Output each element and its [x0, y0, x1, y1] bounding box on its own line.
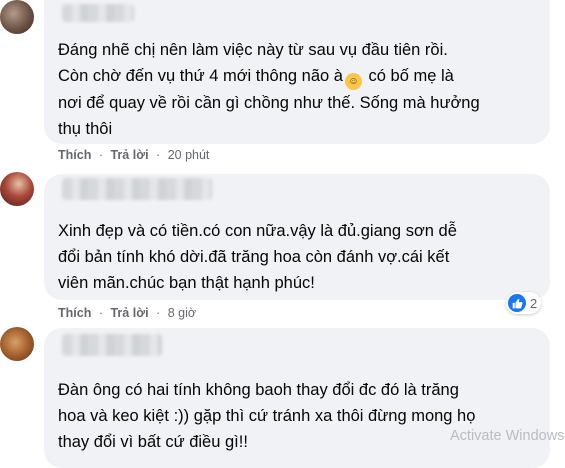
avatar[interactable]	[0, 327, 34, 361]
reaction-summary[interactable]: 2	[506, 292, 542, 314]
separator: ·	[98, 306, 103, 320]
like-button[interactable]: Thích	[58, 148, 91, 162]
separator: ·	[156, 148, 161, 162]
like-icon	[508, 294, 526, 312]
comment-actions: Thích · Trả lời · 20 phút	[58, 148, 209, 162]
avatar[interactable]	[0, 0, 34, 34]
blurred-author-name[interactable]	[62, 178, 212, 200]
activate-windows-watermark: Activate Windows	[450, 428, 565, 444]
reply-button[interactable]: Trả lời	[110, 148, 148, 162]
comment-bubble: Đáng nhẽ chị nên làm việc này từ sau vụ …	[44, 0, 550, 144]
timestamp[interactable]: 8 giờ	[168, 306, 196, 320]
grinning-face-emoji-icon: ☺	[344, 73, 362, 90]
comment-text: Đáng nhẽ chị nên làm việc này từ sau vụ …	[58, 41, 480, 138]
blurred-author-name[interactable]	[62, 334, 162, 356]
comment-actions: Thích · Trả lời · 8 giờ	[58, 306, 196, 320]
timestamp[interactable]: 20 phút	[168, 148, 210, 162]
separator: ·	[98, 148, 103, 162]
reaction-count: 2	[530, 295, 538, 311]
like-button[interactable]: Thích	[58, 306, 91, 320]
comment-text: Xinh đẹp và có tiền.có con nữa.vậy là đủ…	[58, 222, 457, 292]
separator: ·	[156, 306, 161, 320]
comment-bubble: Đàn ông có hai tính không baoh thay đổi …	[44, 328, 550, 468]
avatar[interactable]	[0, 172, 34, 206]
comment-bubble: Xinh đẹp và có tiền.có con nữa.vậy là đủ…	[44, 174, 550, 300]
blurred-author-name[interactable]	[62, 4, 134, 22]
reply-button[interactable]: Trả lời	[110, 306, 148, 320]
